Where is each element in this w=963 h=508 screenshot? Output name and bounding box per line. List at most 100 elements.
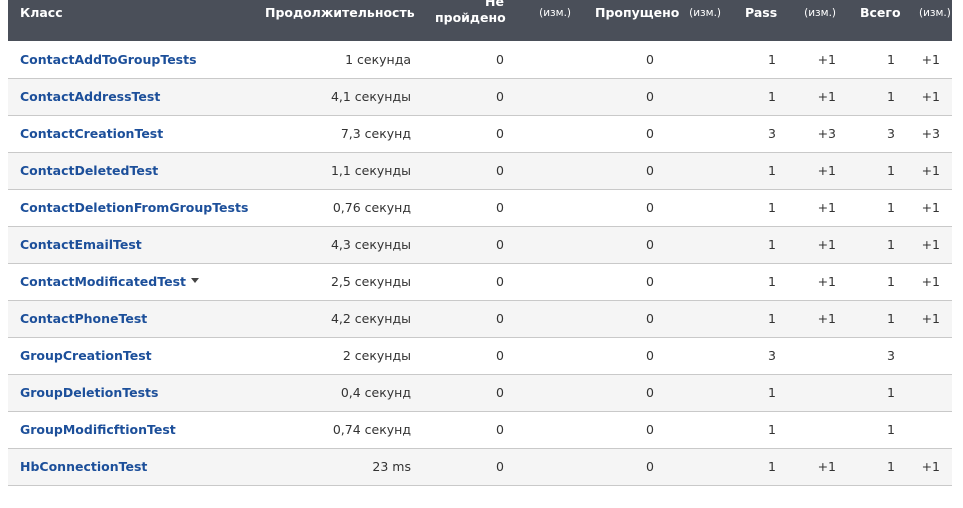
header-skipped[interactable]: Пропущено	[583, 0, 679, 41]
class-link[interactable]: GroupModificftionTest	[20, 422, 176, 437]
duration-cell: 4,1 секунды	[330, 89, 411, 104]
duration-cell: 7,3 секунд	[340, 126, 411, 141]
pass-diff-cell: +1	[817, 200, 836, 215]
class-name-cell: ContactAddToGroupTests	[8, 41, 253, 78]
test-results-table: Класс Продолжительность Не пройдено (изм.…	[8, 0, 952, 486]
total-diff-cell	[907, 374, 952, 411]
skipped-diff-cell	[666, 337, 733, 374]
table-body: ContactAddToGroupTests 1 секунда 0 0 1 +1 1 +1 C…	[8, 41, 952, 485]
pass-cell: 1	[768, 200, 776, 215]
total-diff-cell: +1	[921, 51, 940, 67]
duration-cell: 0,4 секунд	[340, 385, 411, 400]
class-link[interactable]: GroupCreationTest	[20, 348, 152, 363]
class-name-cell: ContactAddressTest	[8, 78, 253, 115]
total-cell: 1	[887, 311, 895, 326]
skipped-cell: 0	[646, 89, 654, 104]
failed-cell: 0	[496, 348, 504, 363]
failed-cell: 0	[496, 459, 504, 474]
pass-cell: 3	[768, 126, 776, 141]
class-link[interactable]: ContactModificatedTest	[20, 274, 186, 289]
class-link[interactable]: GroupDeletionTests	[20, 385, 158, 400]
pass-cell: 1	[768, 385, 776, 400]
header-pass[interactable]: Pass	[733, 0, 788, 41]
test-results-table-container: Класс Продолжительность Не пройдено (изм.…	[8, 0, 952, 486]
total-diff-cell: +1	[921, 89, 940, 104]
duration-cell: 2,5 секунды	[330, 274, 411, 289]
skipped-diff-cell	[666, 152, 733, 189]
chevron-down-icon[interactable]	[191, 278, 199, 283]
pass-diff-cell: +1	[817, 459, 836, 474]
skipped-diff-cell	[666, 41, 733, 78]
header-failed[interactable]: Не пройдено	[423, 0, 516, 41]
class-name-cell: GroupModificftionTest	[8, 411, 253, 448]
table-row: ContactDeletedTest 1,1 секунды 0 0 1 +1 1 +1	[8, 152, 952, 189]
failed-diff-cell	[516, 226, 583, 263]
header-duration[interactable]: Продолжительность	[253, 0, 423, 41]
duration-cell: 2 секунды	[342, 348, 411, 363]
failed-cell: 0	[496, 311, 504, 326]
skipped-cell: 0	[646, 126, 654, 141]
header-total-diff[interactable]: (изм.)	[907, 0, 952, 41]
table-row: ContactModificatedTest 2,5 секунды 0 0 1 +1 1 +…	[8, 263, 952, 300]
skipped-cell: 0	[646, 311, 654, 326]
class-link[interactable]: ContactAddToGroupTests	[20, 52, 197, 67]
total-diff-cell: +1	[921, 311, 940, 326]
total-cell: 3	[887, 348, 895, 363]
table-row: ContactPhoneTest 4,2 секунды 0 0 1 +1 1 +1	[8, 300, 952, 337]
failed-cell: 0	[496, 51, 504, 67]
table-row: GroupModificftionTest 0,74 секунд 0 0 1 1	[8, 411, 952, 448]
class-name-cell: GroupCreationTest	[8, 337, 253, 374]
pass-diff-cell: +1	[817, 163, 836, 178]
class-name-cell: ContactEmailTest	[8, 226, 253, 263]
skipped-cell: 0	[646, 200, 654, 215]
header-class[interactable]: Класс	[8, 0, 253, 41]
failed-cell: 0	[496, 163, 504, 178]
header-failed-label: Не пройдено	[435, 0, 506, 26]
total-diff-cell: +1	[921, 163, 940, 178]
header-failed-diff[interactable]: (изм.)	[516, 0, 583, 41]
total-diff-cell	[907, 411, 952, 448]
class-link[interactable]: ContactDeletedTest	[20, 163, 158, 178]
class-link[interactable]: ContactPhoneTest	[20, 311, 147, 326]
table-row: ContactEmailTest 4,3 секунды 0 0 1 +1 1 +1	[8, 226, 952, 263]
failed-diff-cell	[516, 152, 583, 189]
class-link[interactable]: ContactEmailTest	[20, 237, 142, 252]
pass-diff-cell: +1	[817, 311, 836, 326]
total-cell: 1	[887, 459, 895, 474]
header-pass-diff[interactable]: (изм.)	[788, 0, 848, 41]
pass-cell: 1	[768, 237, 776, 252]
skipped-diff-cell	[666, 448, 733, 485]
header-failed-line1: Не	[485, 0, 504, 9]
pass-cell: 1	[768, 89, 776, 104]
class-link[interactable]: ContactAddressTest	[20, 89, 160, 104]
table-row: ContactAddToGroupTests 1 секунда 0 0 1 +1 1 +1	[8, 41, 952, 78]
class-link[interactable]: ContactCreationTest	[20, 126, 163, 141]
total-diff-cell: +1	[921, 237, 940, 252]
class-link[interactable]: ContactDeletionFromGroupTests	[20, 200, 248, 215]
total-cell: 1	[887, 163, 895, 178]
failed-cell: 0	[496, 89, 504, 104]
table-row: GroupDeletionTests 0,4 секунд 0 0 1 1	[8, 374, 952, 411]
total-cell: 3	[887, 126, 895, 141]
pass-diff-cell: +1	[817, 237, 836, 252]
skipped-diff-cell	[666, 115, 733, 152]
total-cell: 1	[887, 274, 895, 289]
failed-diff-cell	[516, 189, 583, 226]
class-name-cell: ContactPhoneTest	[8, 300, 253, 337]
duration-cell: 23 ms	[372, 459, 411, 474]
header-total[interactable]: Всего	[848, 0, 907, 41]
class-link[interactable]: HbConnectionTest	[20, 459, 147, 474]
skipped-cell: 0	[646, 163, 654, 178]
pass-cell: 1	[768, 459, 776, 474]
skipped-cell: 0	[646, 422, 654, 437]
failed-diff-cell	[516, 337, 583, 374]
failed-diff-cell	[516, 263, 583, 300]
skipped-diff-cell	[666, 78, 733, 115]
pass-diff-cell	[788, 337, 848, 374]
pass-diff-cell	[788, 411, 848, 448]
failed-cell: 0	[496, 274, 504, 289]
skipped-diff-cell	[666, 300, 733, 337]
duration-cell: 1 секунда	[345, 51, 411, 67]
skipped-diff-cell	[666, 263, 733, 300]
skipped-cell: 0	[646, 51, 654, 67]
